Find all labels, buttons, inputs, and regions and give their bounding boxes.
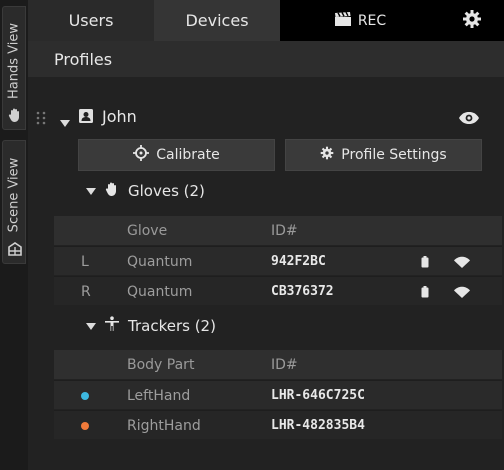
table-row[interactable]: LeftHand LHR-646C725C (54, 380, 502, 409)
trackers-col-id: ID# (271, 356, 298, 373)
profile-collapse-chevron-icon[interactable] (60, 113, 70, 132)
gloves-collapse-chevron-icon (86, 182, 96, 200)
table-row[interactable]: L Quantum 942F2BC (54, 246, 502, 275)
tab-users-label: Users (68, 11, 114, 30)
trackers-col-body-part: Body Part (127, 356, 195, 373)
tracker-id: LHR-482835B4 (271, 418, 365, 433)
scene-icon (7, 241, 23, 257)
tab-users[interactable]: Users (28, 0, 154, 41)
tab-rec[interactable]: REC (280, 0, 440, 41)
calibrate-button[interactable]: Calibrate (78, 139, 275, 171)
glove-type: Quantum (127, 253, 193, 270)
cog-icon (320, 146, 334, 164)
tracker-color-dot (81, 411, 89, 440)
battery-icon (421, 277, 429, 306)
tab-hands-view[interactable]: Hands View (2, 6, 26, 130)
profile-card-icon (78, 108, 94, 128)
wifi-signal-icon (454, 247, 470, 276)
table-row[interactable]: RightHand LHR-482835B4 (54, 410, 502, 439)
tab-scene-view-label: Scene View (6, 157, 22, 232)
crosshair-icon (133, 145, 150, 165)
profiles-title: Profiles (54, 49, 113, 69)
settings-button[interactable] (440, 0, 504, 41)
tracker-body-part: LeftHand (127, 387, 191, 404)
gloves-col-id: ID# (271, 222, 298, 239)
gloves-table: Glove ID# L Quantum 942F2BC R Quantum CB… (54, 216, 502, 305)
clapperboard-icon (334, 11, 352, 31)
trackers-collapse-chevron-icon (86, 317, 96, 335)
battery-icon (421, 247, 429, 276)
tab-devices[interactable]: Devices (154, 0, 280, 41)
profile-settings-label: Profile Settings (341, 147, 447, 163)
body-figure-icon (104, 316, 120, 336)
tab-devices-label: Devices (185, 11, 249, 30)
glove-side: L (81, 253, 89, 270)
trackers-section-header[interactable]: Trackers (2) (86, 316, 216, 336)
hand-icon (7, 107, 23, 123)
main-panel: Users Devices REC Profiles John Calibrat… (28, 0, 504, 470)
gloves-title: Gloves (2) (128, 182, 205, 200)
glove-id: 942F2BC (271, 254, 326, 269)
side-panel: Hands View Scene View (0, 0, 28, 470)
drag-handle-icon[interactable] (36, 110, 46, 130)
gloves-col-glove: Glove (127, 222, 168, 239)
profile-settings-button[interactable]: Profile Settings (285, 139, 482, 171)
trackers-table-header: Body Part ID# (54, 350, 502, 379)
gloves-section-header[interactable]: Gloves (2) (86, 181, 205, 201)
gloves-table-header: Glove ID# (54, 216, 502, 245)
tab-scene-view[interactable]: Scene View (2, 140, 26, 264)
tracker-color-dot (81, 381, 89, 410)
trackers-title: Trackers (2) (128, 317, 216, 335)
tracker-body-part: RightHand (127, 417, 201, 434)
tab-rec-label: REC (357, 12, 387, 29)
glove-side: R (81, 283, 91, 300)
glove-type: Quantum (127, 283, 193, 300)
trackers-table: Body Part ID# LeftHand LHR-646C725C Righ… (54, 350, 502, 439)
top-tabs: Users Devices REC (28, 0, 504, 41)
visibility-eye-icon[interactable] (458, 110, 480, 129)
tracker-id: LHR-646C725C (271, 388, 365, 403)
tab-hands-view-label: Hands View (6, 22, 22, 99)
calibrate-label: Calibrate (156, 147, 220, 163)
glove-id: CB376372 (271, 284, 334, 299)
gear-icon (462, 9, 482, 33)
wifi-signal-icon (454, 277, 470, 306)
glove-hand-icon (104, 181, 120, 201)
profile-name: John (102, 107, 137, 126)
table-row[interactable]: R Quantum CB376372 (54, 276, 502, 305)
profiles-header: Profiles (28, 41, 504, 77)
